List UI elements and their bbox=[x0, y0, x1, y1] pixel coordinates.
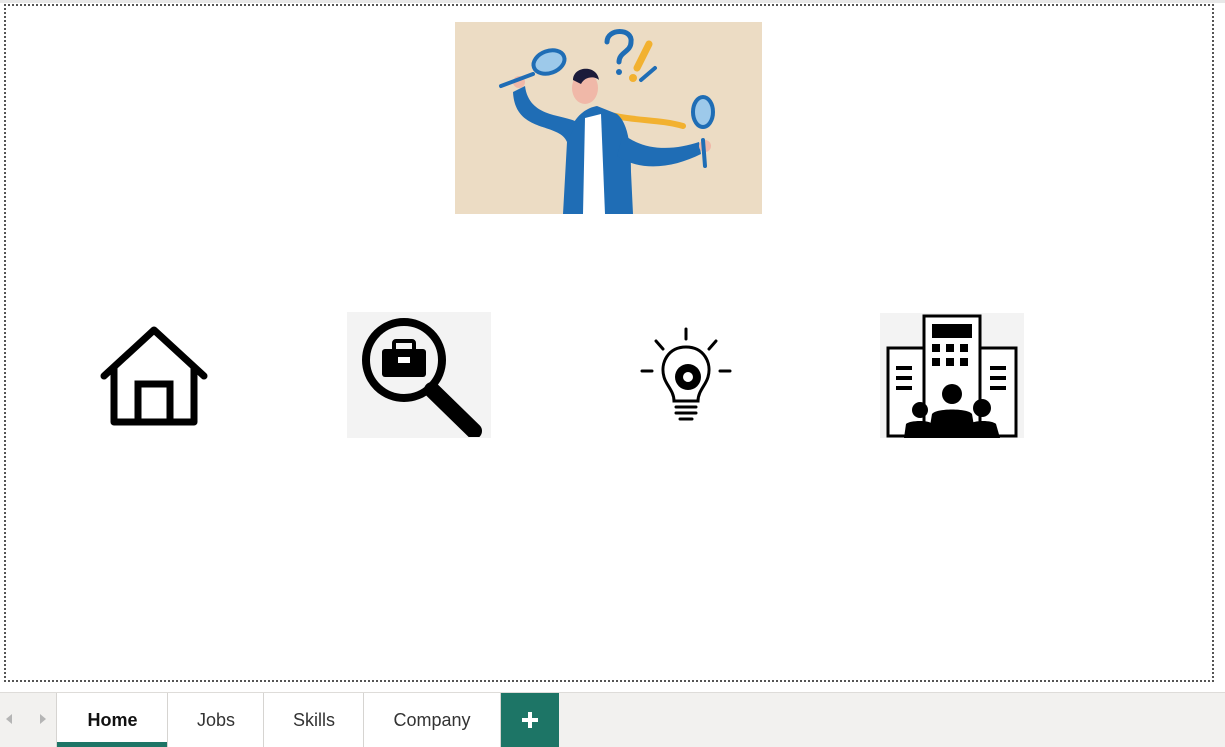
company-building-icon[interactable] bbox=[880, 313, 1024, 438]
job-seeker-illustration bbox=[499, 29, 715, 214]
add-page-button[interactable] bbox=[501, 693, 559, 747]
tab-home-label: Home bbox=[87, 709, 138, 730]
scroll-right-icon[interactable] bbox=[34, 711, 50, 727]
scroll-left-icon[interactable] bbox=[2, 711, 18, 727]
tab-skills[interactable]: Skills bbox=[263, 693, 364, 747]
tab-company[interactable]: Company bbox=[363, 693, 501, 747]
top-edge bbox=[0, 0, 1225, 3]
tab-home[interactable]: Home bbox=[56, 693, 168, 747]
tab-skills-label: Skills bbox=[292, 709, 335, 730]
plus-icon bbox=[522, 712, 538, 728]
page-tab-bar: Home Jobs Skills Company bbox=[0, 692, 1225, 747]
skills-lightbulb-icon[interactable] bbox=[636, 324, 736, 434]
hero-image bbox=[455, 22, 762, 214]
home-icon[interactable] bbox=[92, 318, 216, 434]
tab-company-label: Company bbox=[393, 709, 471, 730]
job-search-icon[interactable] bbox=[347, 312, 491, 438]
tab-jobs-label: Jobs bbox=[196, 709, 236, 730]
tab-jobs[interactable]: Jobs bbox=[167, 693, 264, 747]
